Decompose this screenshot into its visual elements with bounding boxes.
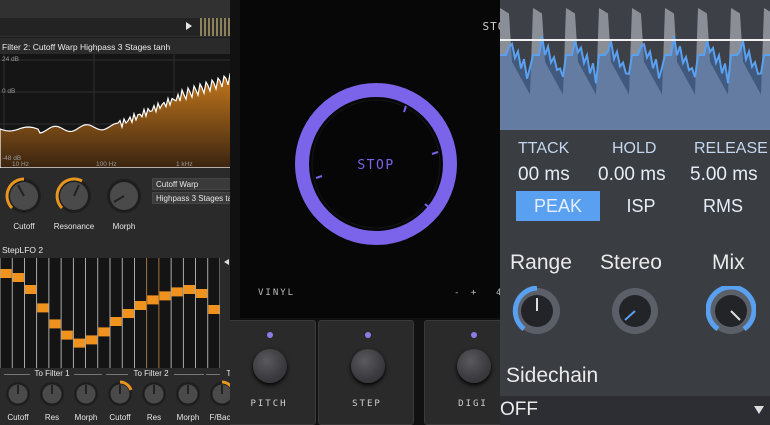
stop-display: STOP STOP VINYL - + 4/1: [240, 0, 527, 318]
hold-value[interactable]: 0.00 ms: [598, 164, 666, 186]
lfo-step-bar[interactable]: [159, 291, 171, 301]
lfo-step-bar[interactable]: [196, 289, 208, 298]
chevron-down-icon[interactable]: [754, 406, 764, 414]
filter-spectrum-display[interactable]: 24 dB 0 dB -48 dB 10 Hz 100 Hz 1 kHz: [0, 54, 262, 168]
filter-knob-row: Cutoff Resonance Morph Cutoff Warp Highp…: [0, 170, 262, 240]
mode-peak-button[interactable]: PEAK: [516, 191, 600, 221]
step-label: STEP: [352, 399, 382, 409]
attack-label: TTACK: [518, 140, 570, 157]
release-value[interactable]: 5.00 ms: [690, 164, 758, 186]
stereo-label: Stereo: [600, 251, 662, 274]
lfo-step-bar[interactable]: [61, 330, 73, 340]
modulation-routing: To Filter 1 To Filter 2 To M CutoffResMo…: [0, 368, 262, 425]
freq-label-100hz: 100 Hz: [96, 161, 117, 168]
limiter-plugin-panel: TTACK HOLD RELEASE 00 ms 0.00 ms 5.00 ms…: [500, 0, 770, 425]
lfo-step-bar[interactable]: [49, 319, 61, 329]
db-label-top: 24 dB: [2, 56, 19, 63]
minus-plus-buttons[interactable]: - +: [454, 288, 479, 298]
routing-knob-morph[interactable]: [174, 380, 202, 408]
filter-plugin-panel: Filter 2: Cutoff Warp Highpass 3 Stages …: [0, 0, 262, 425]
divider: [74, 374, 102, 375]
routing-knob-morph[interactable]: [72, 380, 100, 408]
lfo-step-bar[interactable]: [12, 273, 24, 282]
routing-knob-cutoff[interactable]: [106, 380, 134, 408]
resonance-label: Resonance: [53, 222, 95, 231]
sidechain-value: OFF: [500, 399, 538, 420]
sidechain-dropdown[interactable]: OFF: [500, 396, 770, 425]
routing-knob-res[interactable]: [140, 380, 168, 408]
lfo-step-bar[interactable]: [24, 285, 37, 294]
freq-label-1khz: 1 kHz: [176, 161, 193, 168]
vinyl-mode-label[interactable]: VINYL: [258, 288, 295, 298]
mode-rms-button[interactable]: RMS: [682, 191, 764, 221]
cutoff-label: Cutoff: [13, 222, 35, 231]
pitch-module[interactable]: PITCH: [230, 320, 316, 425]
step-lfo-display[interactable]: [0, 258, 220, 368]
stop-center-label: STOP: [357, 158, 394, 173]
lfo-step-bar[interactable]: [134, 301, 147, 310]
digi-knob[interactable]: [457, 349, 491, 383]
stereo-knob[interactable]: [610, 286, 660, 336]
divider: [206, 374, 220, 375]
cutoff-knob[interactable]: [4, 176, 44, 216]
routing-knob-cutoff[interactable]: [4, 380, 32, 408]
lfo-step-bar[interactable]: [147, 295, 159, 305]
range-label: Range: [510, 251, 572, 274]
step-module[interactable]: STEP: [318, 320, 414, 425]
freq-label-10hz: 10 Hz: [12, 161, 29, 168]
step-indicator-dot: [365, 332, 371, 338]
stop-ring[interactable]: STOP: [292, 80, 460, 248]
divider: [174, 374, 204, 375]
range-knob[interactable]: [512, 286, 562, 336]
lfo-step-bar[interactable]: [98, 327, 110, 337]
db-label-mid: 0 dB: [2, 88, 15, 95]
spectrum-fill: [0, 65, 262, 168]
mix-knob[interactable]: [706, 286, 756, 336]
lfo-title: StepLFO 2: [0, 243, 262, 257]
attack-value[interactable]: 00 ms: [518, 164, 570, 186]
pitch-knob[interactable]: [253, 349, 287, 383]
morph-label: Morph: [112, 222, 136, 231]
morph-knob[interactable]: [104, 176, 144, 216]
lfo-step-bar[interactable]: [208, 305, 220, 314]
resonance-knob[interactable]: [54, 176, 94, 216]
lfo-step-bar[interactable]: [86, 335, 98, 345]
filter-title: Filter 2: Cutoff Warp Highpass 3 Stages …: [0, 40, 262, 54]
pitch-label: PITCH: [250, 399, 288, 409]
lfo-step-bar[interactable]: [37, 303, 49, 313]
lfo-step-bar[interactable]: [122, 309, 134, 318]
waveform-display: [500, 0, 770, 130]
divider: [4, 374, 30, 375]
mix-label: Mix: [712, 251, 745, 274]
lfo-step-bar[interactable]: [0, 269, 12, 278]
hold-label: HOLD: [612, 140, 657, 157]
to-filter-2-label: To Filter 2: [133, 369, 169, 378]
step-knob[interactable]: [351, 349, 385, 383]
release-label: RELEASE: [694, 140, 768, 157]
sidechain-label: Sidechain: [506, 364, 599, 387]
stop-plugin-panel: STOP STOP VINYL - + 4/1 PITCH STEP DIGI: [230, 0, 527, 425]
digi-indicator-dot: [471, 332, 477, 338]
routing-knob-res[interactable]: [38, 380, 66, 408]
play-icon[interactable]: [186, 22, 192, 30]
mode-isp-button[interactable]: ISP: [600, 191, 682, 221]
lfo-step-bar[interactable]: [73, 338, 86, 348]
lfo-step-bar[interactable]: [171, 287, 183, 297]
pitch-indicator-dot: [267, 332, 273, 338]
lfo-step-bar[interactable]: [183, 285, 196, 294]
lfo-prev-icon[interactable]: [224, 259, 229, 265]
divider: [106, 374, 128, 375]
lfo-step-bar[interactable]: [110, 317, 122, 326]
to-filter-1-label: To Filter 1: [34, 369, 70, 378]
